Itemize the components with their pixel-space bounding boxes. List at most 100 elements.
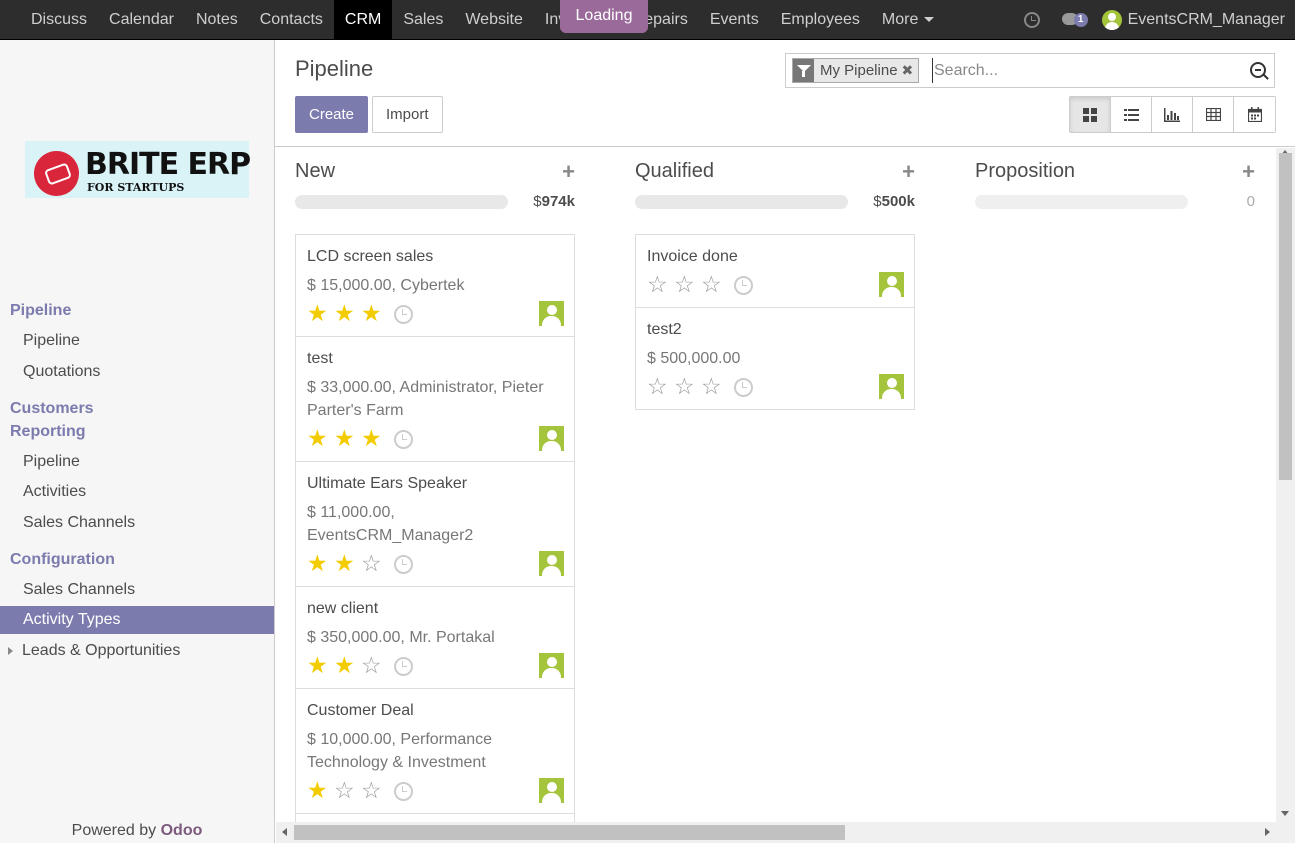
powered-by-label: Powered by bbox=[71, 822, 157, 839]
star-filled-icon[interactable]: ★ bbox=[307, 302, 334, 325]
search-icon[interactable] bbox=[1250, 62, 1266, 78]
column-progress-bar[interactable] bbox=[975, 195, 1188, 209]
quick-create-icon[interactable]: + bbox=[902, 159, 915, 185]
scrollbar-thumb[interactable] bbox=[294, 825, 845, 840]
vertical-scrollbar[interactable] bbox=[1276, 148, 1295, 822]
star-filled-icon[interactable]: ★ bbox=[334, 552, 361, 575]
star-filled-icon[interactable]: ★ bbox=[307, 427, 334, 450]
star-filled-icon[interactable]: ★ bbox=[307, 654, 334, 677]
app-discuss[interactable]: Discuss bbox=[20, 0, 98, 40]
star-empty-icon[interactable]: ☆ bbox=[361, 654, 388, 677]
star-empty-icon[interactable]: ☆ bbox=[674, 375, 701, 398]
search-input[interactable] bbox=[932, 58, 1232, 83]
scroll-left-icon[interactable] bbox=[282, 828, 287, 836]
section-customers[interactable]: Customers bbox=[10, 400, 94, 418]
section-pipeline[interactable]: Pipeline bbox=[10, 302, 71, 320]
card-name: Invoice done bbox=[647, 248, 738, 265]
app-more[interactable]: More bbox=[871, 0, 945, 40]
scrollbar-corner bbox=[1276, 822, 1295, 843]
activity-clock-icon[interactable] bbox=[394, 657, 413, 676]
sidebar-item-pipeline[interactable]: Pipeline bbox=[0, 327, 274, 355]
pivot-view-button[interactable] bbox=[1193, 97, 1234, 132]
calendar-view-button[interactable] bbox=[1234, 97, 1275, 132]
graph-view-button[interactable] bbox=[1152, 97, 1193, 132]
kanban-card[interactable]: test2 $ 500,000.00 ☆ ☆ ☆ bbox=[635, 308, 915, 410]
app-notes[interactable]: Notes bbox=[185, 0, 249, 40]
kanban-card[interactable]: test2 bbox=[295, 814, 575, 822]
star-filled-icon[interactable]: ★ bbox=[307, 552, 334, 575]
activity-clock-icon[interactable] bbox=[1023, 12, 1040, 28]
kanban-card[interactable]: new client $ 350,000.00, Mr. Portakal ★ ★… bbox=[295, 587, 575, 689]
activity-clock-icon[interactable] bbox=[394, 555, 413, 574]
salesperson-avatar bbox=[539, 301, 564, 326]
kanban-card[interactable]: Ultimate Ears Speaker $ 11,000.00, Event… bbox=[295, 462, 575, 587]
powered-by: Powered by Odoo bbox=[0, 822, 274, 840]
sidebar-item-quotations[interactable]: Quotations bbox=[0, 358, 274, 386]
card-name: Ultimate Ears Speaker bbox=[307, 475, 468, 492]
kanban-view-button[interactable] bbox=[1070, 97, 1111, 132]
priority-stars: ★ ★ ★ bbox=[307, 302, 388, 325]
activity-clock-icon[interactable] bbox=[394, 430, 413, 449]
column-title[interactable]: New bbox=[295, 160, 335, 183]
app-calendar[interactable]: Calendar bbox=[98, 0, 185, 40]
kanban-card[interactable]: test $ 33,000.00, Administrator, Pieter … bbox=[295, 337, 575, 462]
sidebar-item-activities[interactable]: Activities bbox=[0, 478, 274, 506]
star-empty-icon[interactable]: ☆ bbox=[334, 779, 361, 802]
kanban-card[interactable]: LCD screen sales $ 15,000.00, Cybertek ★… bbox=[295, 234, 575, 337]
create-button[interactable]: Create bbox=[295, 96, 369, 133]
app-contacts[interactable]: Contacts bbox=[249, 0, 334, 40]
list-view-button[interactable] bbox=[1111, 97, 1152, 132]
more-label: More bbox=[881, 11, 919, 28]
section-configuration[interactable]: Configuration bbox=[10, 551, 115, 569]
scroll-right-icon[interactable] bbox=[1265, 828, 1270, 836]
star-empty-icon[interactable]: ☆ bbox=[361, 552, 388, 575]
star-empty-icon[interactable]: ☆ bbox=[701, 375, 728, 398]
scrollbar-thumb[interactable] bbox=[1279, 153, 1292, 480]
user-avatar[interactable] bbox=[1101, 10, 1122, 30]
app-events[interactable]: Events bbox=[699, 0, 770, 40]
import-button[interactable]: Import bbox=[372, 96, 443, 133]
star-filled-icon[interactable]: ★ bbox=[334, 654, 361, 677]
kanban-icon bbox=[1083, 107, 1097, 122]
app-crm[interactable]: CRM bbox=[333, 0, 393, 40]
star-filled-icon[interactable]: ★ bbox=[334, 302, 361, 325]
sidebar-item-sales-channels-reporting[interactable]: Sales Channels bbox=[0, 509, 274, 537]
app-sales[interactable]: Sales bbox=[392, 0, 454, 40]
star-empty-icon[interactable]: ☆ bbox=[674, 273, 701, 296]
user-menu[interactable]: EventsCRM_Manager bbox=[1128, 11, 1285, 29]
column-title[interactable]: Proposition bbox=[975, 160, 1075, 183]
kanban-card[interactable]: Customer Deal $ 10,000.00, Performance T… bbox=[295, 689, 575, 814]
activity-clock-icon[interactable] bbox=[394, 782, 413, 801]
app-employees[interactable]: Employees bbox=[770, 0, 871, 40]
kanban-card[interactable]: Invoice done ☆ ☆ ☆ bbox=[635, 234, 915, 308]
activity-clock-icon[interactable] bbox=[734, 378, 753, 397]
sidebar-item-activity-types[interactable]: Activity Types bbox=[0, 606, 274, 634]
column-progress-bar[interactable] bbox=[295, 195, 508, 209]
quick-create-icon[interactable]: + bbox=[1242, 159, 1255, 185]
star-empty-icon[interactable]: ☆ bbox=[361, 779, 388, 802]
view-switcher bbox=[1069, 96, 1276, 133]
scroll-down-icon[interactable] bbox=[1281, 811, 1289, 816]
section-reporting[interactable]: Reporting bbox=[10, 423, 86, 441]
star-filled-icon[interactable]: ★ bbox=[361, 302, 388, 325]
systray: 1 EventsCRM_Manager bbox=[1023, 0, 1285, 40]
horizontal-scrollbar[interactable] bbox=[276, 822, 1276, 843]
activity-clock-icon[interactable] bbox=[394, 305, 413, 324]
app-website[interactable]: Website bbox=[454, 0, 534, 40]
sidebar-item-sales-channels-config[interactable]: Sales Channels bbox=[0, 576, 274, 604]
star-filled-icon[interactable]: ★ bbox=[307, 779, 334, 802]
column-progress-bar[interactable] bbox=[635, 195, 848, 209]
remove-facet-icon[interactable]: ✖ bbox=[902, 59, 919, 82]
activity-clock-icon[interactable] bbox=[734, 276, 753, 295]
odoo-link[interactable]: Odoo bbox=[161, 822, 203, 839]
sidebar-item-leads-opportunities[interactable]: Leads & Opportunities bbox=[0, 637, 274, 665]
star-empty-icon[interactable]: ☆ bbox=[647, 273, 674, 296]
sidebar-item-reporting-pipeline[interactable]: Pipeline bbox=[0, 448, 274, 476]
star-filled-icon[interactable]: ★ bbox=[334, 427, 361, 450]
star-filled-icon[interactable]: ★ bbox=[361, 427, 388, 450]
star-empty-icon[interactable]: ☆ bbox=[701, 273, 728, 296]
column-title[interactable]: Qualified bbox=[635, 160, 714, 183]
star-empty-icon[interactable]: ☆ bbox=[647, 375, 674, 398]
quick-create-icon[interactable]: + bbox=[562, 159, 575, 185]
messaging-icon[interactable]: 1 bbox=[1061, 11, 1088, 29]
